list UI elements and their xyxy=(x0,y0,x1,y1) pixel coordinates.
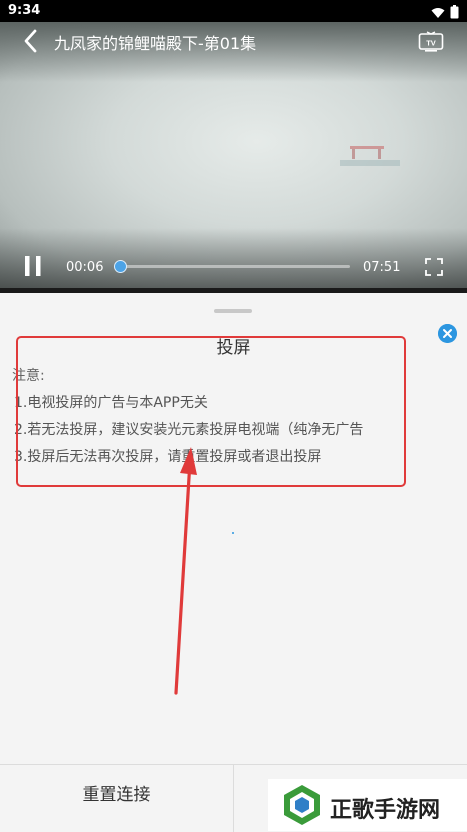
tv-cast-icon[interactable]: TV xyxy=(418,31,444,53)
loading-indicator xyxy=(232,532,234,534)
battery-icon xyxy=(450,5,459,19)
fullscreen-icon[interactable] xyxy=(425,258,443,276)
watermark-text: 正歌手游网 xyxy=(330,798,441,823)
sheet-drag-handle[interactable] xyxy=(214,309,252,313)
status-icons xyxy=(431,4,459,23)
watermark-logo-icon xyxy=(284,785,320,825)
status-bar: 9:34 xyxy=(0,0,467,22)
total-time: 07:51 xyxy=(363,260,401,275)
current-time: 00:06 xyxy=(66,260,104,275)
cast-sheet: 投屏 注意: 1.电视投屏的广告与本APP无关 2.若无法投屏，建议安装光元素投… xyxy=(0,293,467,832)
back-icon[interactable] xyxy=(20,28,42,54)
progress-knob[interactable] xyxy=(113,260,127,273)
video-frame-scene xyxy=(340,146,400,166)
video-player[interactable]: 九凤家的锦鲤喵殿下-第01集 TV 00:06 07:51 xyxy=(0,22,467,288)
footer-divider xyxy=(233,765,234,832)
pause-icon[interactable] xyxy=(24,256,42,276)
status-time: 9:34 xyxy=(8,3,41,18)
site-watermark: 正歌手游网 xyxy=(268,779,467,831)
annotation-highlight-box xyxy=(16,336,406,487)
video-title: 九凤家的锦鲤喵殿下-第01集 xyxy=(54,34,257,53)
close-icon[interactable] xyxy=(438,324,457,343)
svg-text:TV: TV xyxy=(426,39,436,48)
wifi-icon xyxy=(431,8,445,18)
progress-bar[interactable] xyxy=(113,260,350,273)
reconnect-button[interactable]: 重置连接 xyxy=(0,765,233,825)
video-bottom-shade xyxy=(0,228,467,288)
annotation-arrow-icon xyxy=(174,447,197,695)
